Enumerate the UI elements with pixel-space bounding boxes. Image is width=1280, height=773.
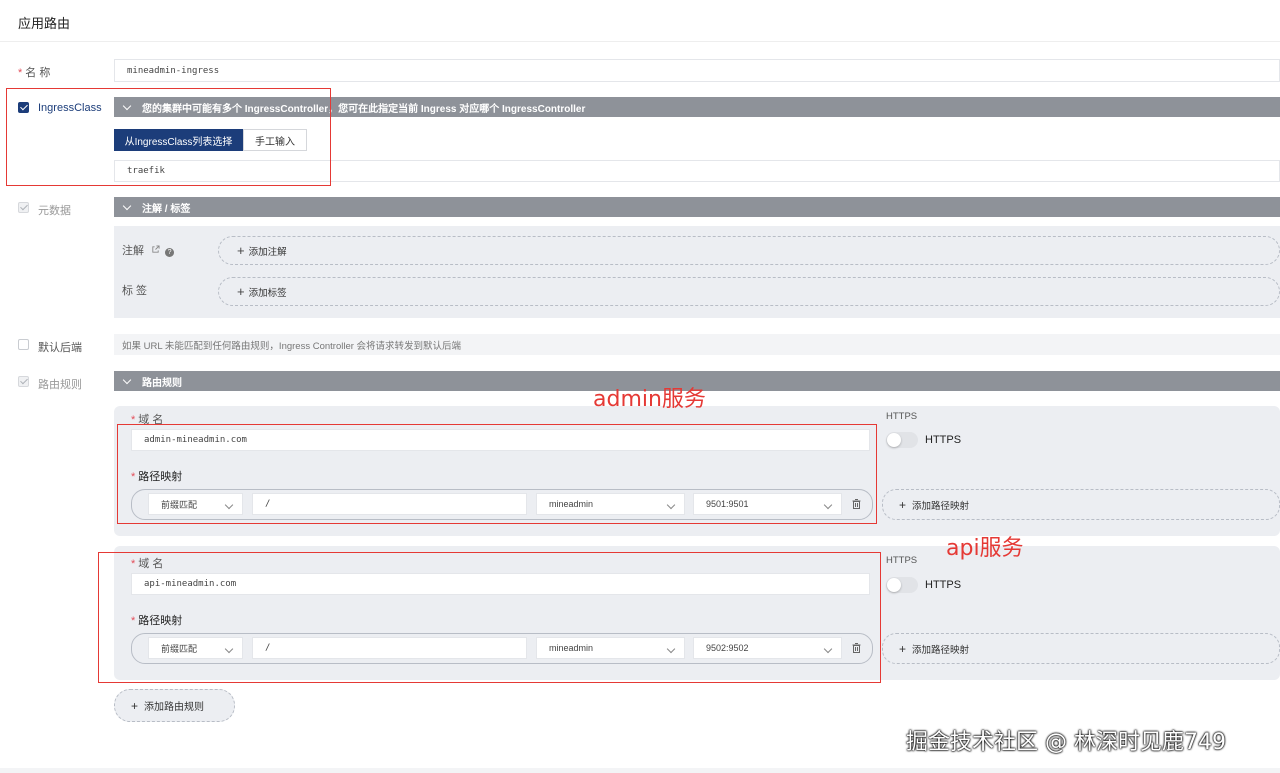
plus-icon: + [237, 243, 245, 258]
plus-icon: + [899, 497, 907, 512]
rule-1-port: 9501:9501 [706, 499, 749, 509]
chevron-down-icon [122, 201, 132, 210]
metadata-label: 元数据 [38, 205, 71, 217]
name-label: * 名 称 [18, 67, 51, 79]
rule-2-https-toggle[interactable] [886, 577, 918, 593]
card-header: 应用路由 [0, 0, 1280, 42]
rule-2-add-path-label: 添加路径映射 [912, 644, 970, 656]
rule-2-add-path-button[interactable]: + 添加路径映射 [882, 633, 1280, 664]
metadata-section-bar[interactable]: 注解 / 标签 [114, 197, 1280, 217]
rule-2-domain-label: * 域 名 [131, 558, 164, 570]
ingressclass-label: IngressClass [38, 102, 102, 114]
ingress-form-card: 应用路由 * 名 称 mineadmin-ingress IngressClass… [0, 0, 1280, 768]
add-annotation-button[interactable]: + 添加注解 [218, 236, 1280, 265]
rule-2-port: 9502:9502 [706, 643, 749, 653]
add-label-button[interactable]: + 添加标签 [218, 277, 1280, 306]
rule-1-service: mineadmin [549, 499, 594, 509]
labels-label: 标 签 [122, 285, 148, 297]
rule-1-port-select[interactable]: 9501:9501 [693, 493, 842, 515]
rule-2-path-input[interactable]: / [252, 637, 527, 659]
rule-1-path-label: * 路径映射 [131, 471, 183, 483]
rule-1-path-input[interactable]: / [252, 493, 527, 515]
routing-checkbox [18, 376, 29, 387]
rule-1-match-type-select[interactable]: 前缀匹配 [148, 493, 243, 515]
rule-2-https-toggle-label: HTTPS [925, 579, 962, 591]
plus-icon: + [237, 284, 245, 299]
watermark: 掘金技术社区 @ 林深时见鹿749 [906, 730, 1226, 755]
add-label-label: 添加标签 [248, 287, 287, 299]
ingressclass-section-bar[interactable]: 您的集群中可能有多个 IngressController，您可在此指定当前 In… [114, 97, 1280, 117]
rule-1-https-header: HTTPS [886, 411, 918, 422]
add-annotation-label: 添加注解 [248, 246, 287, 258]
chevron-down-icon [122, 375, 132, 384]
rule-1-add-path-label: 添加路径映射 [912, 500, 970, 512]
rule-1-match-type: 前缀匹配 [161, 499, 198, 510]
chevron-down-icon [823, 500, 833, 510]
rule-1-domain-label: * 域 名 [131, 414, 164, 426]
add-routing-rule-label: 添加路由规则 [144, 702, 205, 713]
rule-2-service: mineadmin [549, 643, 594, 653]
default-backend-checkbox[interactable] [18, 339, 29, 350]
rule-2-service-select[interactable]: mineadmin [536, 637, 685, 659]
annotation-label: 注解 ? [122, 242, 175, 258]
trash-icon[interactable] [852, 643, 861, 653]
rule-2-domain-input[interactable]: api-mineadmin.com [131, 573, 870, 595]
metadata-checkbox [18, 202, 29, 213]
chevron-down-icon [666, 644, 676, 654]
rule-2-https-header: HTTPS [886, 555, 918, 566]
annotation-admin-service: admin服务 [593, 387, 706, 412]
default-backend-hint: 如果 URL 未能匹配到任何路由规则，Ingress Controller 会将… [114, 334, 1280, 355]
plus-icon: + [899, 641, 907, 656]
ingressclass-checkbox[interactable] [18, 102, 29, 113]
chevron-down-icon [823, 644, 833, 654]
routing-label: 路由规则 [38, 379, 82, 391]
rule-1-add-path-button[interactable]: + 添加路径映射 [882, 489, 1280, 520]
page-title: 应用路由 [18, 16, 71, 31]
chevron-down-icon [224, 644, 234, 654]
add-routing-rule-button[interactable]: + 添加路由规则 [114, 689, 235, 722]
annotation-api-service: api服务 [946, 536, 1024, 561]
rule-2-port-select[interactable]: 9502:9502 [693, 637, 842, 659]
rule-1-https-toggle[interactable] [886, 432, 918, 448]
rule-2-path-label: * 路径映射 [131, 615, 183, 627]
chevron-down-icon [224, 500, 234, 510]
tab-manual-input[interactable]: 手工输入 [243, 129, 307, 151]
external-link-icon[interactable] [151, 245, 160, 257]
ingressclass-bar-text: 您的集群中可能有多个 IngressController，您可在此指定当前 In… [142, 103, 586, 115]
plus-icon: + [131, 698, 139, 713]
name-input[interactable]: mineadmin-ingress [114, 59, 1280, 82]
chevron-down-icon [122, 101, 132, 110]
rule-2-match-type-select[interactable]: 前缀匹配 [148, 637, 243, 659]
default-backend-label: 默认后端 [38, 342, 82, 354]
metadata-bar-text: 注解 / 标签 [142, 203, 191, 215]
chevron-down-icon [666, 500, 676, 510]
rule-1-https-toggle-label: HTTPS [925, 434, 962, 446]
trash-icon[interactable] [852, 499, 861, 509]
rule-1-service-select[interactable]: mineadmin [536, 493, 685, 515]
tab-from-ingressclass-list[interactable]: 从IngressClass列表选择 [114, 129, 243, 151]
rule-2-match-type: 前缀匹配 [161, 643, 198, 654]
ingressclass-select[interactable]: traefik [114, 160, 1280, 182]
routing-bar-text: 路由规则 [142, 377, 182, 389]
rule-1-domain-input[interactable]: admin-mineadmin.com [131, 429, 870, 451]
help-icon[interactable]: ? [165, 248, 175, 257]
